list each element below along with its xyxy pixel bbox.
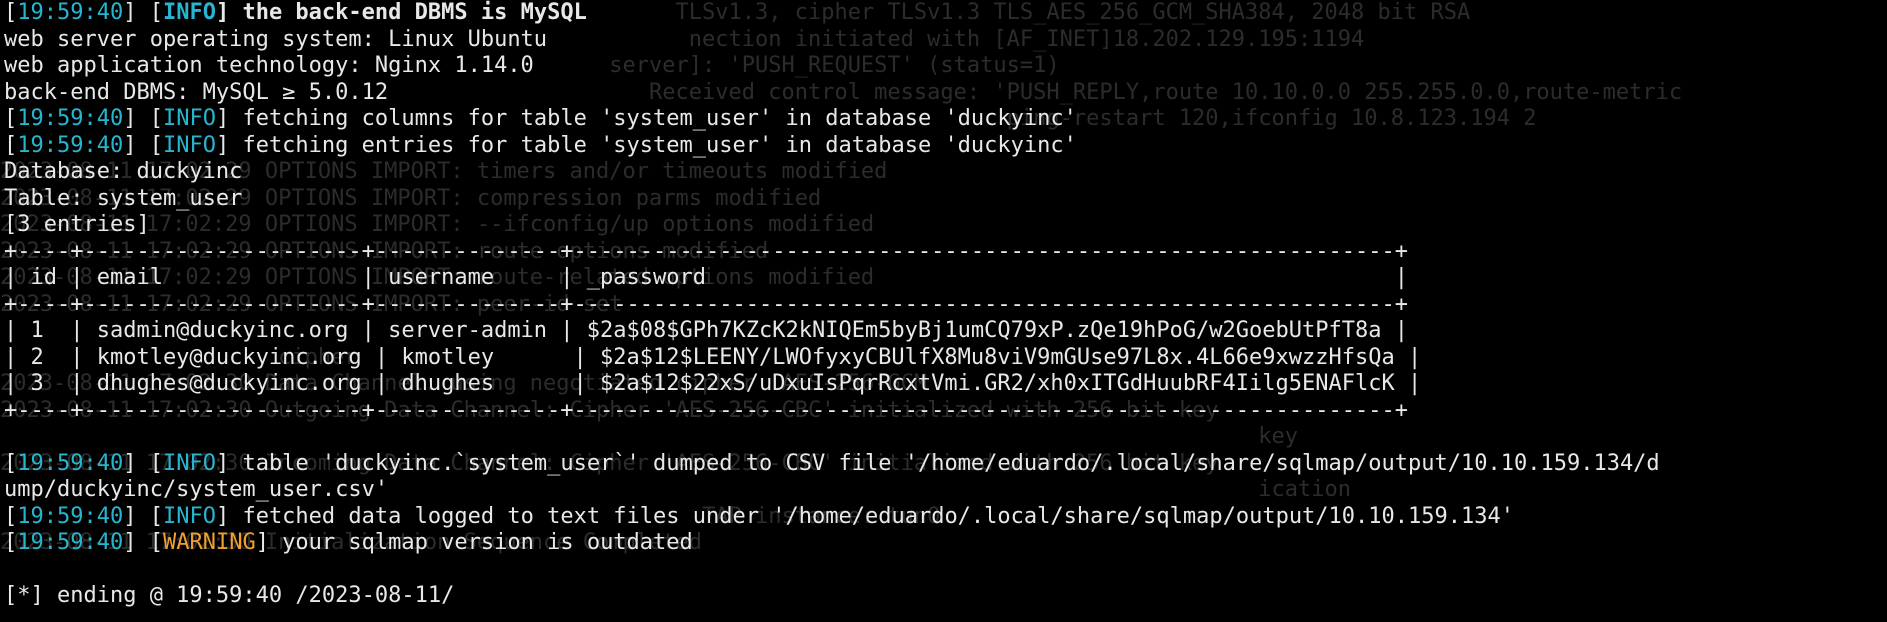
log-message: fetched data logged to text files under … [229,503,1514,529]
output-line: ump/duckyinc/system_user.csv' [4,477,1660,504]
bracket: ] [ [123,503,163,529]
timestamp: 19:59:40 [17,530,124,555]
bracket: ] [ [123,106,163,131]
bracket: ] [215,0,230,25]
line-text: web server operating system: Linux Ubunt… [4,26,548,52]
table-row: +----+---------------------+------------… [4,398,1660,425]
output-line: back-end DBMS: MySQL ≥ 5.0.12 [4,80,1660,107]
bracket: [ [4,503,18,529]
timestamp: 19:59:40 [17,106,124,131]
line-text: +----+---------------------+------------… [4,397,1408,423]
log-line: [19:59:40] [INFO] fetching columns for t… [4,106,1660,133]
log-message: fetching entries for table 'system_user'… [229,132,1077,158]
bracket: [ [4,0,18,25]
line-text: [3 entries] [4,212,150,237]
info-level: INFO [162,132,216,158]
info-level: INFO [162,503,216,529]
log-message: the back-end DBMS is MySQL [229,0,587,25]
line-text: | id | email | username | _password | [4,265,1408,290]
line-text: | 3 | dhughes@duckyinc.org | dhughes | $… [4,371,1422,396]
output-line: web application technology: Nginx 1.14.0 [4,53,1660,80]
output-line: Table: system_user [4,186,1660,213]
log-line: [19:59:40] [INFO] table 'duckyinc.`syste… [4,451,1660,478]
line-text: | 2 | kmotley@duckyinc.org | kmotley | $… [4,344,1422,370]
timestamp: 19:59:40 [17,0,124,25]
output-line: Database: duckyinc [4,159,1660,186]
bracket: ] [215,450,230,476]
sqlmap-output: [19:59:40] [INFO] the back-end DBMS is M… [4,0,1660,610]
bracket: ] [ [123,530,163,555]
bracket: ] [215,106,230,131]
line-text: +----+---------------------+------------… [4,238,1408,264]
bracket: ] [ [123,450,163,476]
table-row: | 3 | dhughes@duckyinc.org | dhughes | $… [4,371,1660,398]
info-level: INFO [162,450,216,476]
line-text: Database: duckyinc [4,159,243,184]
line-text: Table: system_user [4,185,243,211]
output-line: [3 entries] [4,212,1660,239]
log-message: your sqlmap version is outdated [268,530,693,555]
line-text: back-end DBMS: MySQL ≥ 5.0.12 [4,79,389,105]
log-message: table 'duckyinc.`system_user`' dumped to… [229,450,1660,476]
line-text: ump/duckyinc/system_user.csv' [4,477,389,502]
log-message: fetching columns for table 'system_user'… [229,106,1077,131]
warning-level: WARNING [162,530,256,555]
table-row: | 2 | kmotley@duckyinc.org | kmotley | $… [4,345,1660,372]
bracket: ] [ [123,0,163,25]
timestamp: 19:59:40 [17,132,124,158]
log-line: [19:59:40] [INFO] fetching entries for t… [4,133,1660,160]
output-line: [*] ending @ 19:59:40 /2023-08-11/ [4,583,1660,610]
line-text: web application technology: Nginx 1.14.0 [4,53,534,78]
line-text: [*] ending @ 19:59:40 /2023-08-11/ [4,583,455,608]
bracket: ] [255,530,269,555]
table-row: | 1 | sadmin@duckyinc.org | server-admin… [4,318,1660,345]
output-line: web server operating system: Linux Ubunt… [4,27,1660,54]
log-line: [19:59:40] [WARNING] your sqlmap version… [4,530,1660,557]
table-row: +----+---------------------+------------… [4,292,1660,319]
bracket: [ [4,106,18,131]
table-row: | id | email | username | _password | [4,265,1660,292]
timestamp: 19:59:40 [17,503,124,529]
info-level: INFO [162,0,216,25]
bracket: ] [215,132,230,158]
table-row: +----+---------------------+------------… [4,239,1660,266]
bracket: [ [4,530,18,555]
bracket: ] [215,503,230,529]
line-text: +----+---------------------+------------… [4,291,1408,317]
bracket: [ [4,132,18,158]
bracket: ] [ [123,132,163,158]
log-line: [19:59:40] [INFO] fetched data logged to… [4,504,1660,531]
line-text: | 1 | sadmin@duckyinc.org | server-admin… [4,318,1408,343]
info-level: INFO [162,106,216,131]
log-line: [19:59:40] [INFO] the back-end DBMS is M… [4,0,1660,27]
timestamp: 19:59:40 [17,450,124,476]
terminal-window[interactable]: TLSv1.3, cipher TLSv1.3 TLS_AES_256_GCM_… [0,0,1887,622]
bracket: [ [4,450,18,476]
